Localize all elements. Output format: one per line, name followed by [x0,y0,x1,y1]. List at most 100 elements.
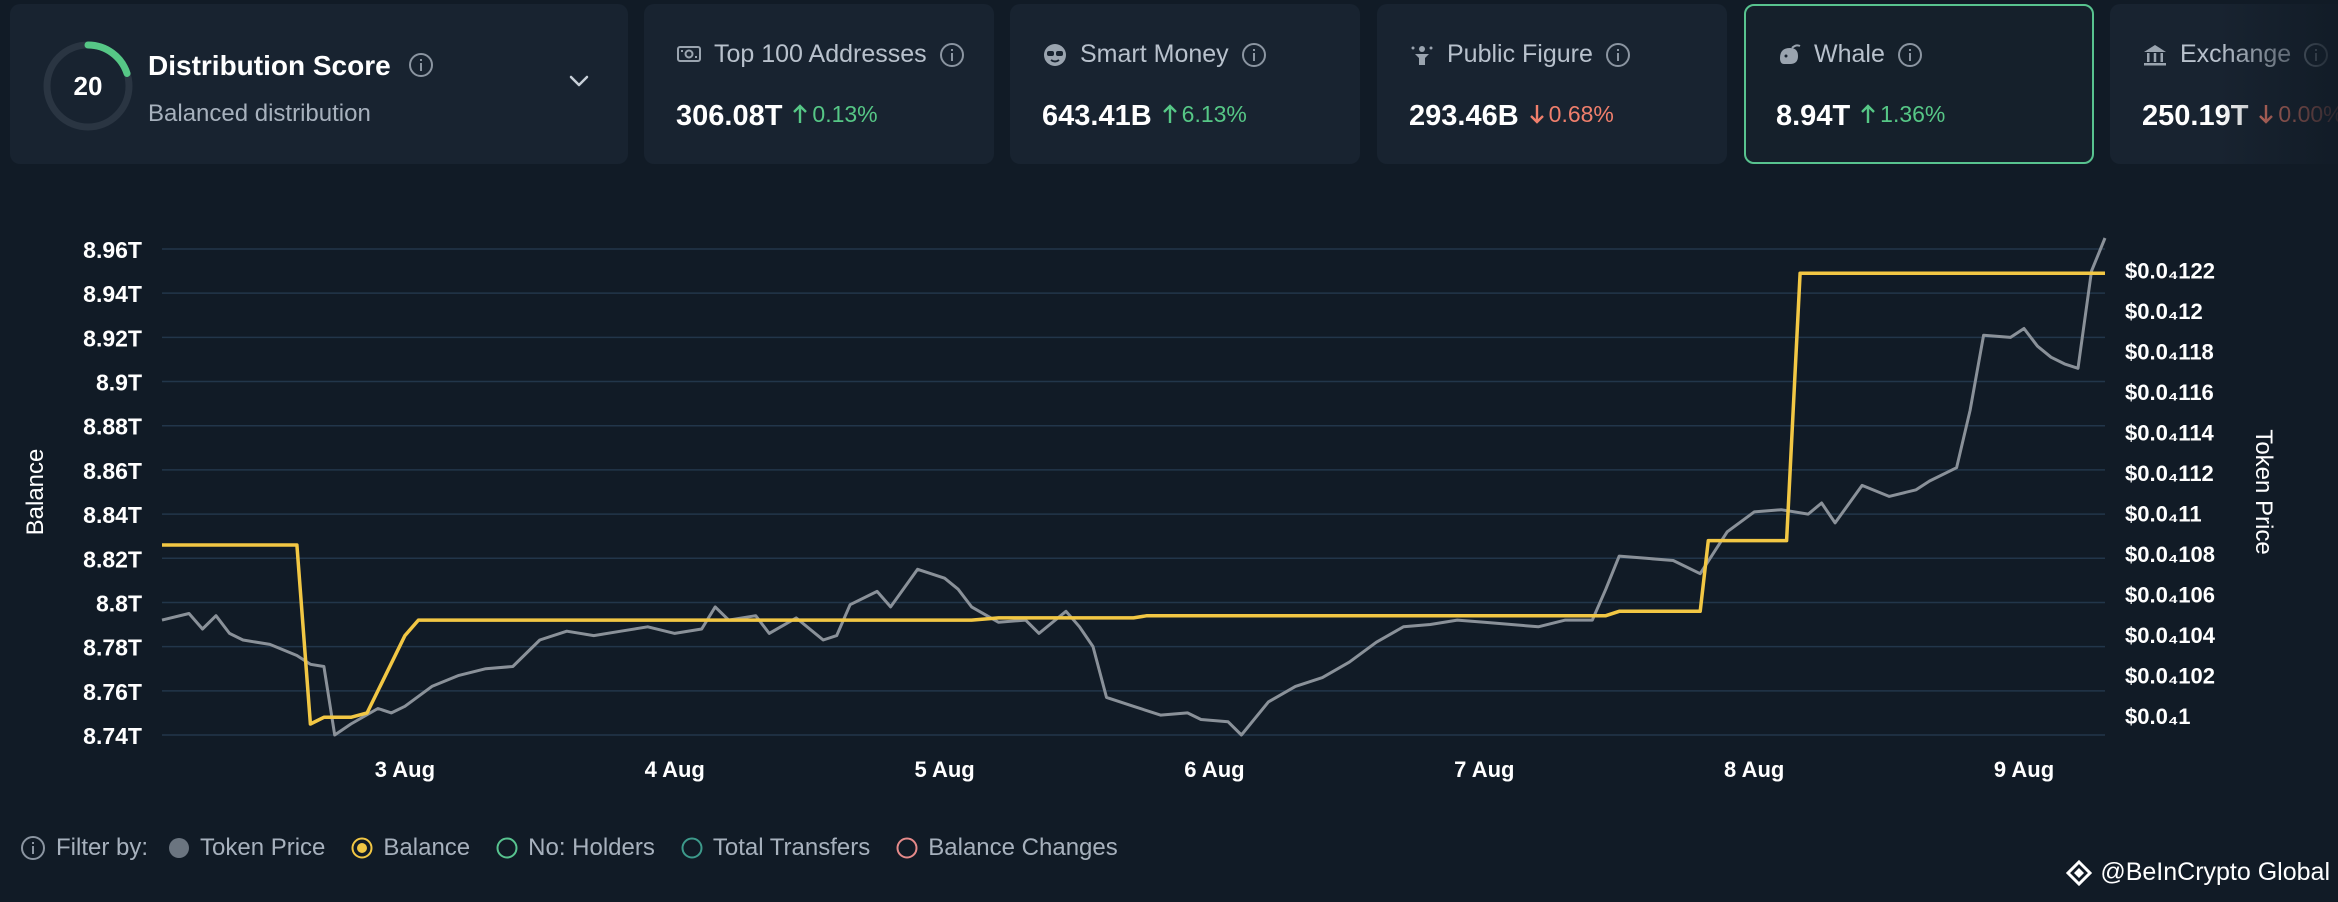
info-icon[interactable] [939,42,965,68]
info-icon[interactable] [1241,42,1267,68]
arrow-down-icon [2258,103,2274,125]
metric-header: Exchange [2142,40,2329,69]
filter-item-label: Token Price [200,834,326,861]
metric-value: 293.46B [1409,100,1519,132]
metric-card-top100[interactable]: Top 100 Addresses 306.08T 0.13% [644,4,994,164]
metric-value: 643.41B [1042,100,1152,132]
metric-value-row: 8.94T 1.36% [1776,100,1945,133]
info-icon[interactable] [408,52,434,78]
y-right-tick-label: $0.0₄11 [2125,501,2202,526]
metric-card-smart[interactable]: Smart Money 643.41B 6.13% [1010,4,1360,164]
y-right-tick-label: $0.0₄102 [2125,663,2215,688]
x-tick-label: 6 Aug [1184,757,1244,782]
legend-dot-icon [896,837,918,859]
y-left-tick-label: 8.88T [83,414,142,440]
series-line-token-price [161,237,2107,737]
legend-dot-icon [496,837,518,859]
metric-change: 0.00% [2258,101,2338,128]
balance-price-chart: 8.96T 8.94T 8.92T 8.9T 8.88T 8.86T 8.84T 8.82T 8… [22,237,2277,782]
metric-change: 0.13% [792,100,878,128]
filter-label: Filter by: [20,834,148,862]
score-value: 20 [73,70,103,101]
y-left-tick-label: 8.82T [83,546,142,572]
metric-header: Whale [1776,40,1923,69]
x-tick-label: 9 Aug [1994,757,2054,782]
metric-value: 8.94T [1776,100,1851,132]
y-right-tick-label: $0.0₄118 [2125,339,2214,364]
metric-change-value: 0.00% [2278,100,2338,127]
y-left-tick-label: 8.8T [96,590,142,616]
info-icon[interactable] [20,835,46,861]
score-subtitle: Balanced distribution [148,100,371,127]
x-tick-label: 3 Aug [375,757,435,782]
y-left-tick-label: 8.96T [83,237,142,263]
bank-icon [2144,44,2166,65]
y-right-tick-label: $0.0₄122 [2125,258,2215,283]
metric-card-whale[interactable]: Whale 8.94T 1.36% [1744,4,2094,164]
y-left-tick-label: 8.84T [83,502,142,528]
sunglasses-icon [1044,43,1066,66]
y-right-tick-label: $0.0₄12 [2125,299,2203,324]
metric-header: Public Figure [1409,40,1631,69]
x-tick-label: 7 Aug [1454,757,1514,782]
filter-balance-changes[interactable]: Balance Changes [896,834,1118,862]
metric-change: 1.36% [1860,101,1945,128]
metric-value: 250.19T [2142,100,2249,132]
y-left-tick-label: 8.92T [83,325,142,351]
metric-change-value: 0.13% [812,100,878,127]
filter-no-holders[interactable]: No: Holders [496,834,655,862]
y-right-tick-label: $0.0₄1 [2125,704,2191,729]
info-icon[interactable] [1605,42,1631,68]
metric-value-row: 293.46B 0.68% [1409,100,1614,133]
metric-change-value: 1.36% [1880,100,1946,127]
x-tick-label: 4 Aug [645,757,705,782]
distribution-score-card[interactable]: 20 Distribution Score Balanced distribut… [10,4,628,164]
y-left-tick-label: 8.78T [83,635,142,661]
y-right-axis-title: Token Price [2250,429,2277,554]
metric-change: 0.68% [1529,101,1614,128]
y-left-tick-label: 8.76T [83,679,142,705]
y-left-tick-label: 8.9T [96,370,142,396]
metric-header: Top 100 Addresses [676,40,965,69]
filter-item-label: Balance [383,834,471,861]
chevron-down-icon[interactable] [568,74,590,88]
arrow-down-icon [1529,103,1545,125]
metric-label: Top 100 Addresses [714,40,927,68]
filter-token-price[interactable]: Token Price [168,834,325,862]
filter-balance[interactable]: Balance [351,834,470,862]
metric-label: Whale [1814,40,1885,68]
metric-change: 6.13% [1162,101,1247,128]
info-icon[interactable] [1897,42,1923,68]
metric-header: Smart Money [1042,40,1267,69]
legend-dot-icon [681,837,703,859]
money-icon [677,45,701,62]
series-line-balance [162,271,2105,726]
arrow-up-icon [792,103,808,125]
y-right-tick-label: $0.0₄104 [2125,623,2216,648]
filter-total-transfers[interactable]: Total Transfers [681,834,870,862]
legend-dot-icon [168,837,190,859]
figure-icon [1411,45,1433,65]
filter-item-label: No: Holders [528,834,655,861]
metric-value-row: 306.08T 0.13% [676,100,878,133]
metric-label: Exchange [2180,40,2292,68]
y-left-axis-title: Balance [22,449,49,536]
x-tick-label: 5 Aug [914,757,974,782]
filter-item-label: Balance Changes [928,834,1118,861]
y-right-tick-label: $0.0₄112 [2125,461,2214,486]
legend-dot-icon [351,837,373,859]
info-icon[interactable] [2303,42,2329,68]
watermark-text: @BeInCrypto Global [2100,858,2330,886]
metric-card-public[interactable]: Public Figure 293.46B 0.68% [1377,4,1727,164]
y-right-tick-label: $0.0₄106 [2125,582,2215,607]
filter-item-label: Total Transfers [712,834,871,861]
watermark: @BeInCrypto Global [2066,858,2330,887]
metric-value: 306.08T [676,100,783,132]
metric-card-exchange[interactable]: Exchange 250.19T 0.00% [2110,4,2338,164]
metric-value-row: 250.19T 0.00% [2142,100,2338,133]
y-left-tick-label: 8.74T [83,723,142,749]
metric-cards: 20 Distribution Score Balanced distribut… [10,4,2338,164]
y-right-tick-label: $0.0₄116 [2125,380,2214,405]
filter-bar: Filter by: Token Price Balance No: Holders… [20,834,1144,862]
metric-change-value: 0.68% [1548,100,1614,127]
